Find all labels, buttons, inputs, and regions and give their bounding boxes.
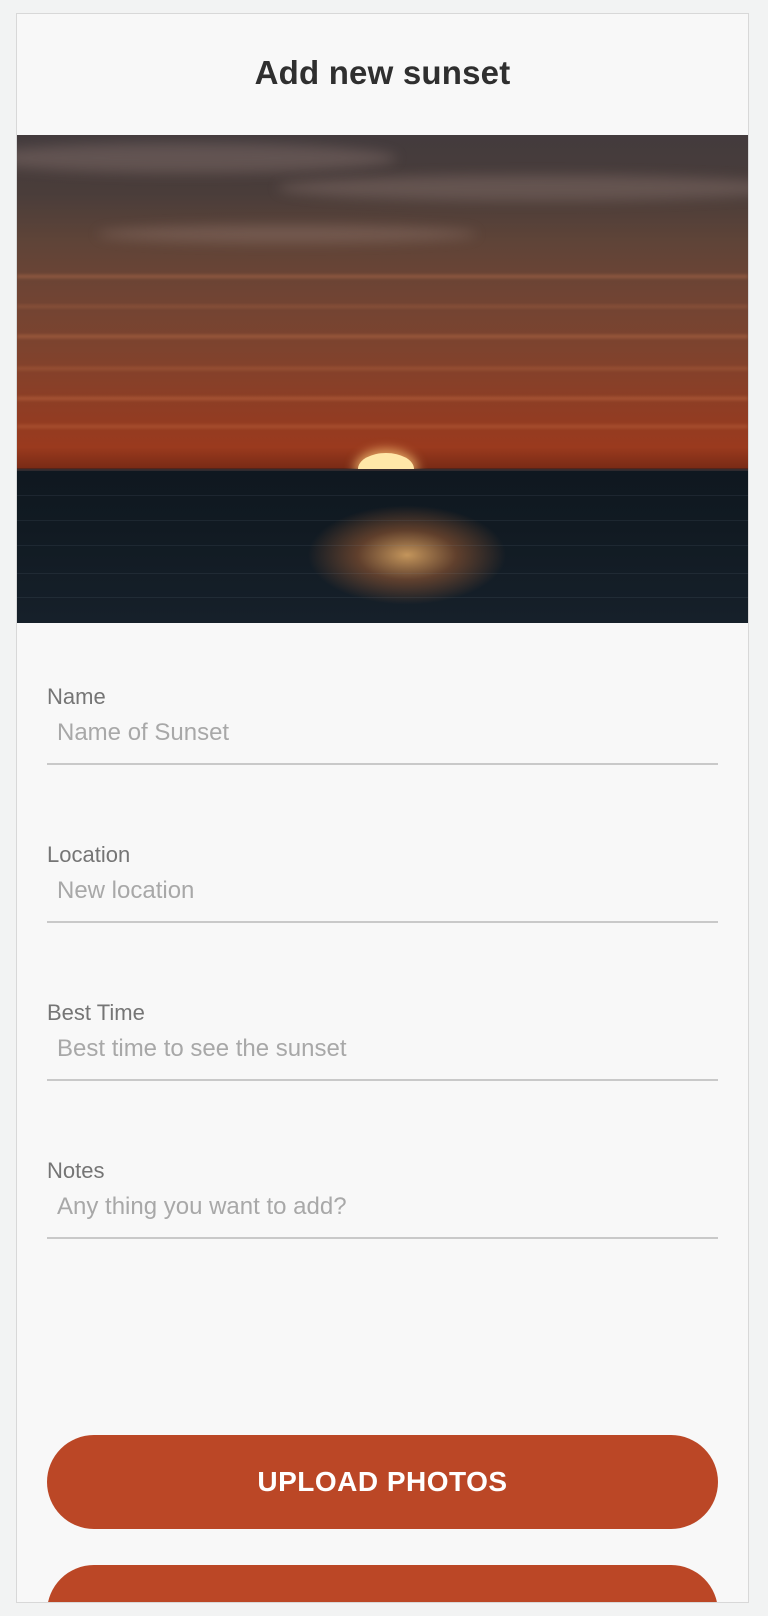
sunset-form: Name Location Best Time Notes [17,623,748,1313]
best-time-label: Best Time [47,1000,145,1025]
water-ripple [17,597,748,598]
water-ripple [17,545,748,546]
sun-clip [17,135,748,469]
header: Add new sunset [17,14,748,135]
location-input[interactable] [47,871,718,923]
best-time-field: Best Time [47,997,718,1155]
name-field: Name [47,681,718,839]
horizon-line [17,469,748,471]
water-ripple [17,573,748,574]
water-ripple [17,520,748,521]
notes-label: Notes [47,1158,105,1183]
notes-field: Notes [47,1155,718,1313]
app-screen: Add new sunset Name Location Bes [16,13,749,1603]
upload-photos-button[interactable]: UPLOAD PHOTOS [47,1435,718,1529]
page-title: Add new sunset [254,53,511,91]
location-field: Location [47,839,718,997]
name-input[interactable] [47,713,718,765]
best-time-input[interactable] [47,1029,718,1081]
location-label: Location [47,842,131,867]
secondary-action-button[interactable] [47,1565,718,1602]
water-ripple [17,495,748,496]
notes-input[interactable] [47,1187,718,1239]
name-label: Name [47,684,106,709]
sun-icon [358,453,414,469]
sunset-photo [17,135,748,623]
form-actions: UPLOAD PHOTOS [47,1435,718,1602]
